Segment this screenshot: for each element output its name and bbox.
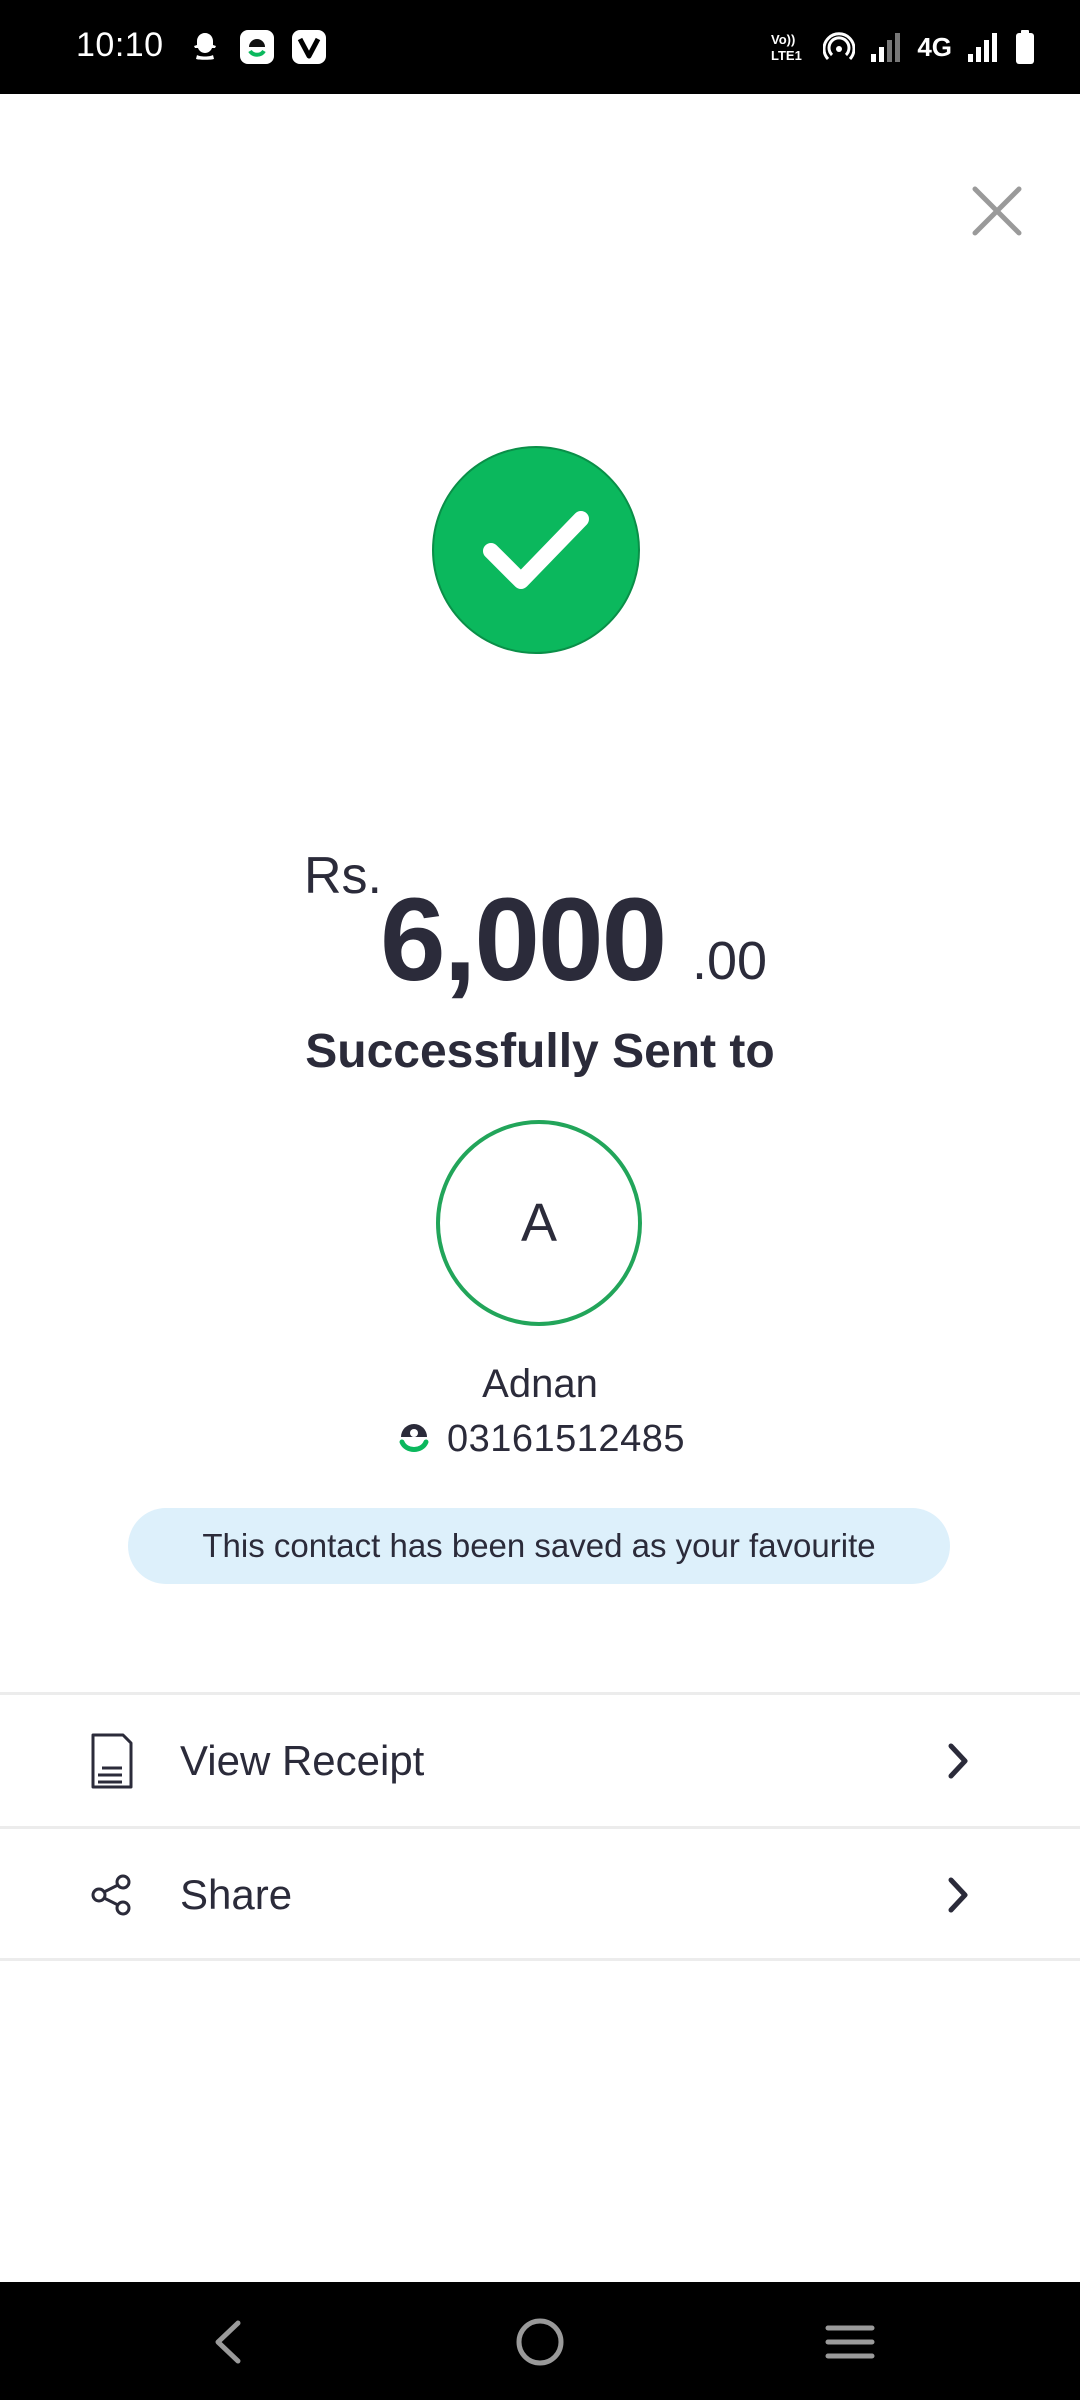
svg-text:Vo)): Vo)) bbox=[771, 32, 795, 47]
system-icons: Vo)) LTE1 4G bbox=[769, 26, 1036, 68]
share-icon bbox=[86, 1865, 138, 1925]
hotspot-icon bbox=[823, 27, 856, 67]
success-check bbox=[432, 446, 640, 654]
recents-icon bbox=[825, 2325, 875, 2359]
favourite-notice: This contact has been saved as your favo… bbox=[128, 1508, 950, 1584]
status-time: 10:10 bbox=[76, 26, 164, 64]
share-row[interactable]: Share bbox=[0, 1830, 1080, 1960]
amount-display: Rs. 6,000 .00 bbox=[0, 846, 1080, 1006]
currency-label: Rs. bbox=[304, 847, 382, 905]
divider bbox=[0, 1826, 1080, 1829]
chevron-right-icon bbox=[940, 1875, 976, 1915]
close-icon bbox=[972, 186, 1022, 236]
status-bar: 10:10 Vo)) LTE1 4G bbox=[0, 0, 1080, 94]
divider bbox=[0, 1692, 1080, 1695]
easypaisa-app-icon bbox=[238, 28, 276, 66]
recipient-name: Adnan bbox=[482, 1362, 598, 1406]
close-button[interactable] bbox=[966, 180, 1028, 242]
recents-button[interactable] bbox=[818, 2310, 882, 2374]
home-button[interactable] bbox=[508, 2310, 572, 2374]
network-type: 4G bbox=[917, 31, 952, 62]
amount-decimal: .00 bbox=[692, 931, 768, 991]
favourite-notice-text: This contact has been saved as your favo… bbox=[202, 1527, 876, 1564]
volte-icon: Vo)) LTE1 bbox=[769, 27, 809, 67]
v-app-icon bbox=[290, 28, 328, 66]
share-label: Share bbox=[180, 1871, 293, 1918]
avatar: A bbox=[436, 1120, 642, 1326]
home-icon bbox=[516, 2318, 564, 2366]
chevron-right-icon bbox=[940, 1741, 976, 1781]
status-heading: Successfully Sent to bbox=[305, 1025, 775, 1078]
view-receipt-row[interactable]: View Receipt bbox=[0, 1696, 1080, 1826]
snapchat-icon bbox=[186, 28, 224, 66]
back-icon bbox=[215, 2320, 241, 2364]
easypaisa-icon bbox=[395, 1418, 433, 1461]
view-receipt-label: View Receipt bbox=[180, 1737, 425, 1784]
checkmark-icon bbox=[483, 511, 589, 589]
recipient-number: 03161512485 bbox=[447, 1418, 685, 1460]
back-button[interactable] bbox=[196, 2310, 260, 2374]
signal-icon bbox=[869, 27, 903, 67]
svg-text:LTE1: LTE1 bbox=[771, 48, 802, 63]
navigation-bar bbox=[0, 2282, 1080, 2400]
signal-icon bbox=[966, 27, 1000, 67]
recipient-number-row: 03161512485 bbox=[0, 1418, 1080, 1461]
notification-icons bbox=[186, 28, 328, 66]
divider bbox=[0, 1958, 1080, 1961]
battery-icon bbox=[1014, 27, 1036, 67]
amount-main: 6,000 bbox=[380, 874, 667, 1006]
avatar-initial: A bbox=[520, 1193, 558, 1253]
receipt-icon bbox=[86, 1731, 138, 1791]
